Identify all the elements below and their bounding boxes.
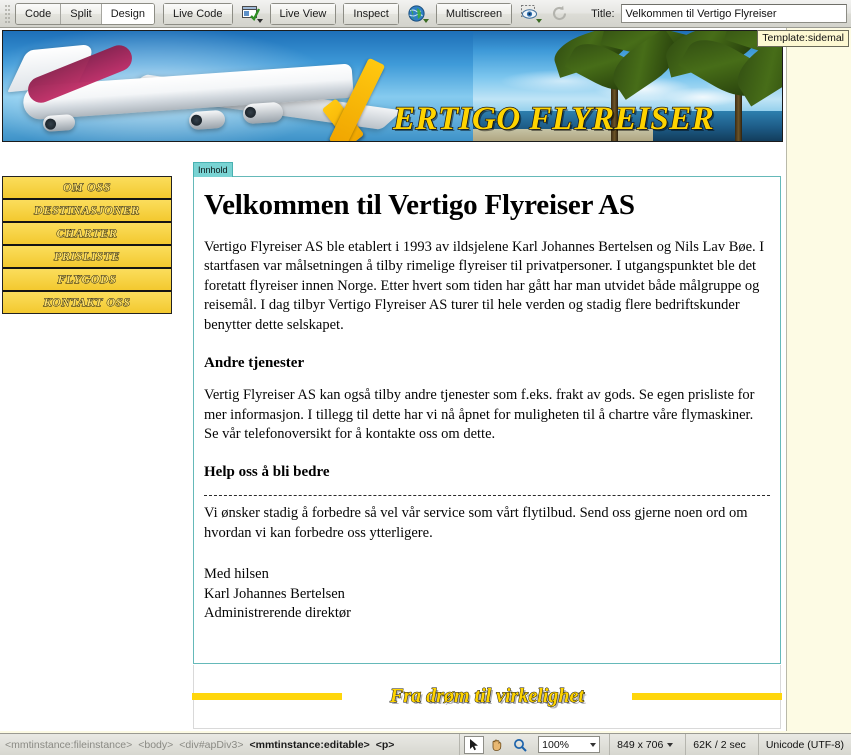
live-view-eye-icon[interactable]: [519, 3, 543, 24]
view-mode-group: Code Split Design: [15, 2, 155, 25]
nav-item-kontakt-oss[interactable]: KONTAKT OSS: [3, 292, 171, 313]
live-code-button[interactable]: Live Code: [163, 3, 232, 24]
document-title-area: Title: Velkommen til Vertigo Flyreiser: [591, 4, 851, 23]
paragraph-feedback: Vi ønsker stadig å forbedre så vel vår s…: [204, 505, 748, 541]
footer-bar-right: [631, 693, 782, 700]
pointer-arrow-icon[interactable]: [464, 735, 485, 754]
page-heading: Velkommen til Vertigo Flyreiser AS: [204, 189, 635, 221]
paragraph-intro: Vertigo Flyreiser AS ble etablert i 1993…: [204, 239, 765, 333]
footer-tagline: Fra drøm til virkelighet: [390, 685, 585, 708]
signature-block: Med hilsen Karl Johannes Bertelsen Admin…: [204, 565, 770, 623]
inspect-button[interactable]: Inspect: [344, 3, 398, 24]
web-page-body: ERTIGO FLYREISER OM OSS DESTINASJONER CH…: [0, 28, 787, 731]
nav-item-om-oss[interactable]: OM OSS: [3, 177, 171, 200]
signature-greeting: Med hilsen: [204, 566, 269, 583]
magnifier-icon[interactable]: [510, 736, 530, 754]
site-navigation: OM OSS DESTINASJONER CHARTER PRISLISTE F…: [2, 176, 172, 314]
tag-selector: <mmtinstance:fileinstance> <body> <div#a…: [0, 739, 459, 751]
chevron-down-icon: [590, 742, 597, 747]
encoding-indicator: Unicode (UTF-8): [757, 734, 851, 755]
horizontal-rule: [204, 495, 770, 497]
code-view-button[interactable]: Code: [16, 3, 62, 24]
live-view-group: Live View: [269, 2, 337, 25]
signature-name: Karl Johannes Bertelsen: [204, 585, 345, 602]
download-size-indicator: 62K / 2 sec: [685, 734, 753, 755]
zoom-level-value: 100%: [542, 738, 570, 751]
zoom-level-select[interactable]: 100%: [538, 736, 601, 753]
nav-item-flygods[interactable]: FLYGODS: [3, 269, 171, 292]
window-size-value: 849 x 706: [617, 738, 664, 751]
editable-region-innhold[interactable]: Innhold Velkommen til Vertigo Flyreiser …: [193, 162, 781, 664]
document-toolbar: Code Split Design Live Code Live View In…: [0, 0, 851, 28]
split-view-button[interactable]: Split: [61, 3, 102, 24]
site-footer: Fra drøm til virkelighet: [192, 665, 782, 729]
tag-mmtinstance-fileinstance[interactable]: <mmtinstance:fileinstance>: [5, 739, 132, 751]
design-view-canvas[interactable]: Template:sidemal ERTIGO FLYREISER OM OSS…: [0, 28, 851, 733]
hand-icon[interactable]: [487, 736, 507, 754]
nav-item-charter[interactable]: CHARTER: [3, 223, 171, 246]
status-tools: 100%: [459, 734, 604, 755]
nav-item-prisliste[interactable]: PRISLISTE: [3, 246, 171, 269]
code-inspect-icon[interactable]: [240, 3, 264, 24]
globe-icon[interactable]: [406, 3, 430, 24]
inspect-group: Inspect: [343, 2, 399, 25]
chevron-down-icon: [667, 742, 674, 747]
multiscreen-button[interactable]: Multiscreen: [436, 3, 512, 24]
signature-title: Administrerende direktør: [204, 605, 351, 622]
subheading-help-oss: Help oss å bli bedre: [204, 464, 330, 481]
tag-mmtinstance-editable[interactable]: <mmtinstance:editable>: [250, 739, 370, 751]
site-banner[interactable]: ERTIGO FLYREISER: [2, 30, 783, 142]
design-view-button[interactable]: Design: [101, 3, 154, 24]
tag-div-apdiv3[interactable]: <div#apDiv3>: [179, 739, 243, 751]
title-input[interactable]: Velkommen til Vertigo Flyreiser: [620, 4, 847, 23]
toolbar-drag-handle[interactable]: [3, 4, 12, 24]
title-label: Title:: [591, 7, 615, 20]
tag-body[interactable]: <body>: [138, 739, 173, 751]
subheading-andre-tjenester: Andre tjenester: [204, 355, 305, 372]
template-badge[interactable]: Template:sidemal: [757, 30, 849, 47]
paragraph-services: Vertig Flyreiser AS kan også tilby andre…: [204, 387, 755, 442]
nav-item-destinasjoner[interactable]: DESTINASJONER: [3, 200, 171, 223]
site-title: ERTIGO FLYREISER: [392, 100, 715, 138]
multiscreen-group: Multiscreen: [435, 2, 513, 25]
editable-region-tab[interactable]: Innhold: [193, 162, 233, 177]
live-view-button[interactable]: Live View: [270, 3, 336, 24]
window-size-select[interactable]: 849 x 706: [609, 734, 680, 755]
refresh-icon[interactable]: [549, 3, 573, 24]
footer-bar-left: [192, 693, 343, 700]
dreamweaver-window: Code Split Design Live Code Live View In…: [0, 0, 851, 755]
live-code-group: Live Code: [162, 2, 233, 25]
tag-p[interactable]: <p>: [376, 739, 395, 751]
status-bar: <mmtinstance:fileinstance> <body> <div#a…: [0, 733, 851, 755]
